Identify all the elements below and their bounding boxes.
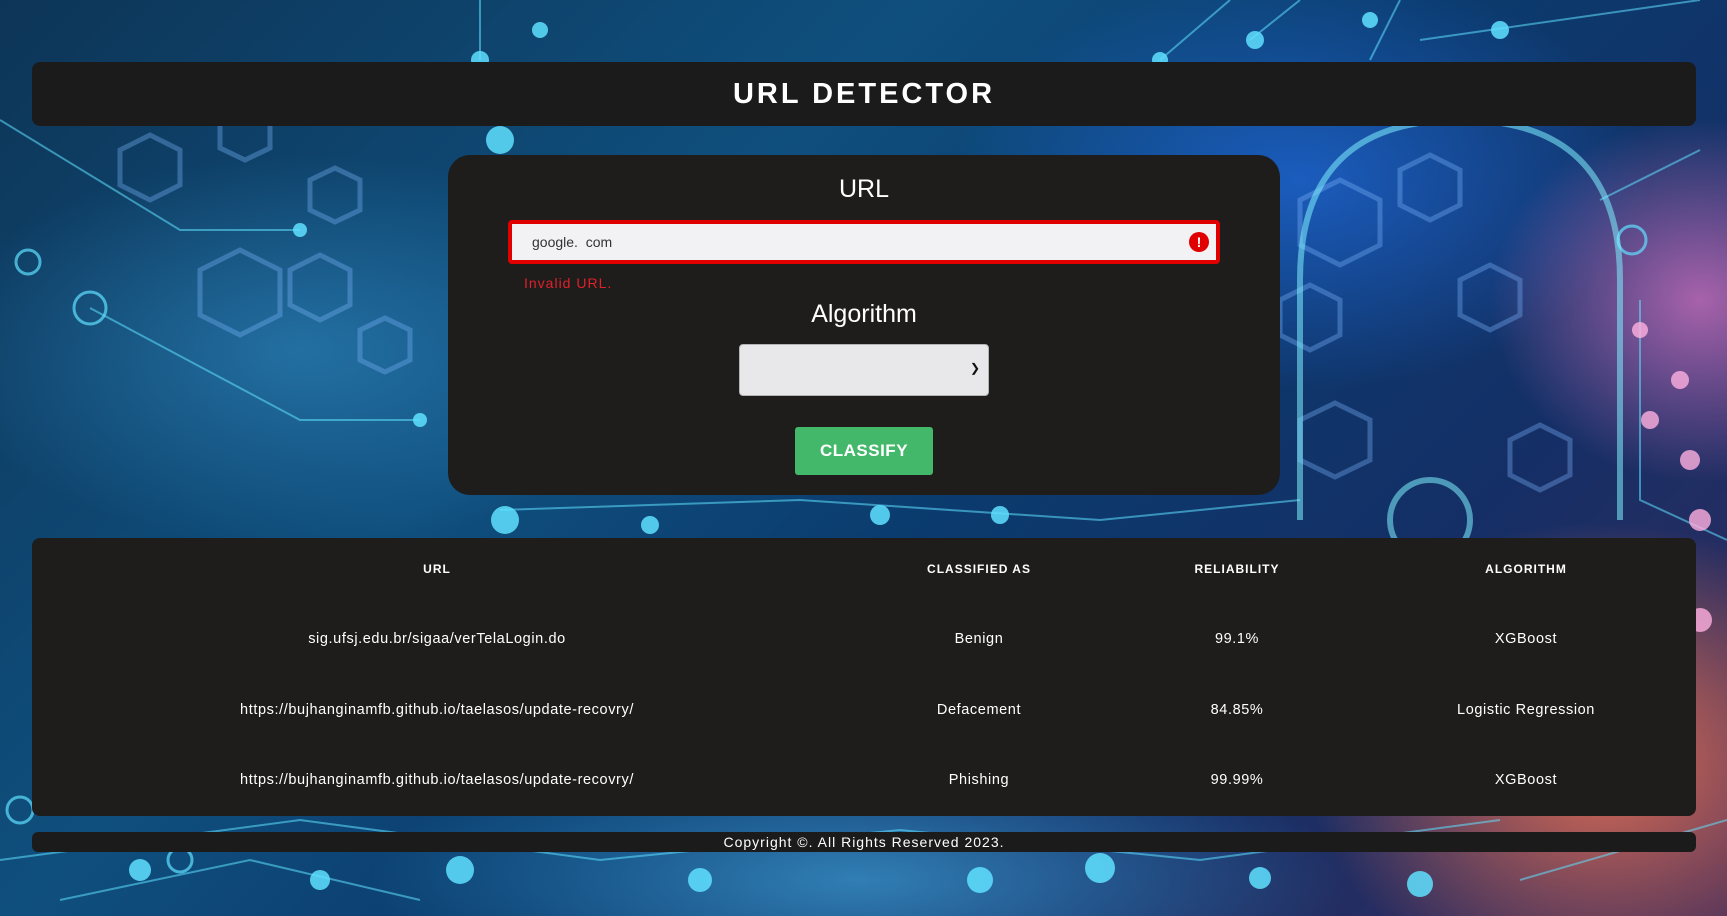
url-input[interactable]: [532, 224, 1172, 260]
header-classified-as: CLASSIFIED AS: [927, 562, 1031, 576]
header-bar: URL DETECTOR: [32, 62, 1696, 126]
header-reliability: RELIABILITY: [1194, 562, 1280, 576]
cell-classified-as: Defacement: [936, 702, 1022, 718]
algorithm-label: Algorithm: [811, 300, 917, 328]
classify-button[interactable]: CLASSIFY: [795, 427, 933, 475]
cell-url: https://bujhanginamfb.github.io/taelasos…: [240, 772, 634, 788]
url-label: URL: [838, 175, 889, 203]
error-icon: !: [1189, 232, 1209, 252]
cell-reliability: 99.1%: [1214, 631, 1260, 647]
cell-algorithm: XGBoost: [1494, 631, 1558, 647]
cell-algorithm: XGBoost: [1494, 772, 1558, 788]
header-url: URL: [423, 562, 451, 576]
results-table: URL CLASSIFIED AS RELIABILITY ALGORITHM …: [32, 538, 1696, 816]
cell-url: https://bujhanginamfb.github.io/taelasos…: [240, 702, 634, 718]
cell-classified-as: Benign: [954, 631, 1004, 647]
cell-reliability: 84.85%: [1210, 702, 1264, 718]
cell-algorithm: Logistic Regression: [1457, 702, 1595, 718]
classify-form: URL ! Invalid URL. Algorithm ❯ CLASSIFY: [448, 155, 1280, 495]
url-error-message: Invalid URL.: [524, 275, 613, 291]
cell-classified-as: Phishing: [948, 772, 1010, 788]
copyright-text: Copyright ©. All Rights Reserved 2023.: [723, 834, 1005, 850]
cell-reliability: 99.99%: [1210, 772, 1264, 788]
footer-bar: Copyright ©. All Rights Reserved 2023.: [32, 832, 1696, 852]
page-title: URL DETECTOR: [732, 77, 996, 110]
url-field-wrapper: !: [508, 220, 1220, 264]
cell-url: sig.ufsj.edu.br/sigaa/verTelaLogin.do: [308, 631, 566, 647]
chevron-down-icon: ❯: [969, 361, 980, 375]
header-algorithm: ALGORITHM: [1485, 562, 1567, 576]
algorithm-select[interactable]: ❯: [739, 344, 989, 396]
